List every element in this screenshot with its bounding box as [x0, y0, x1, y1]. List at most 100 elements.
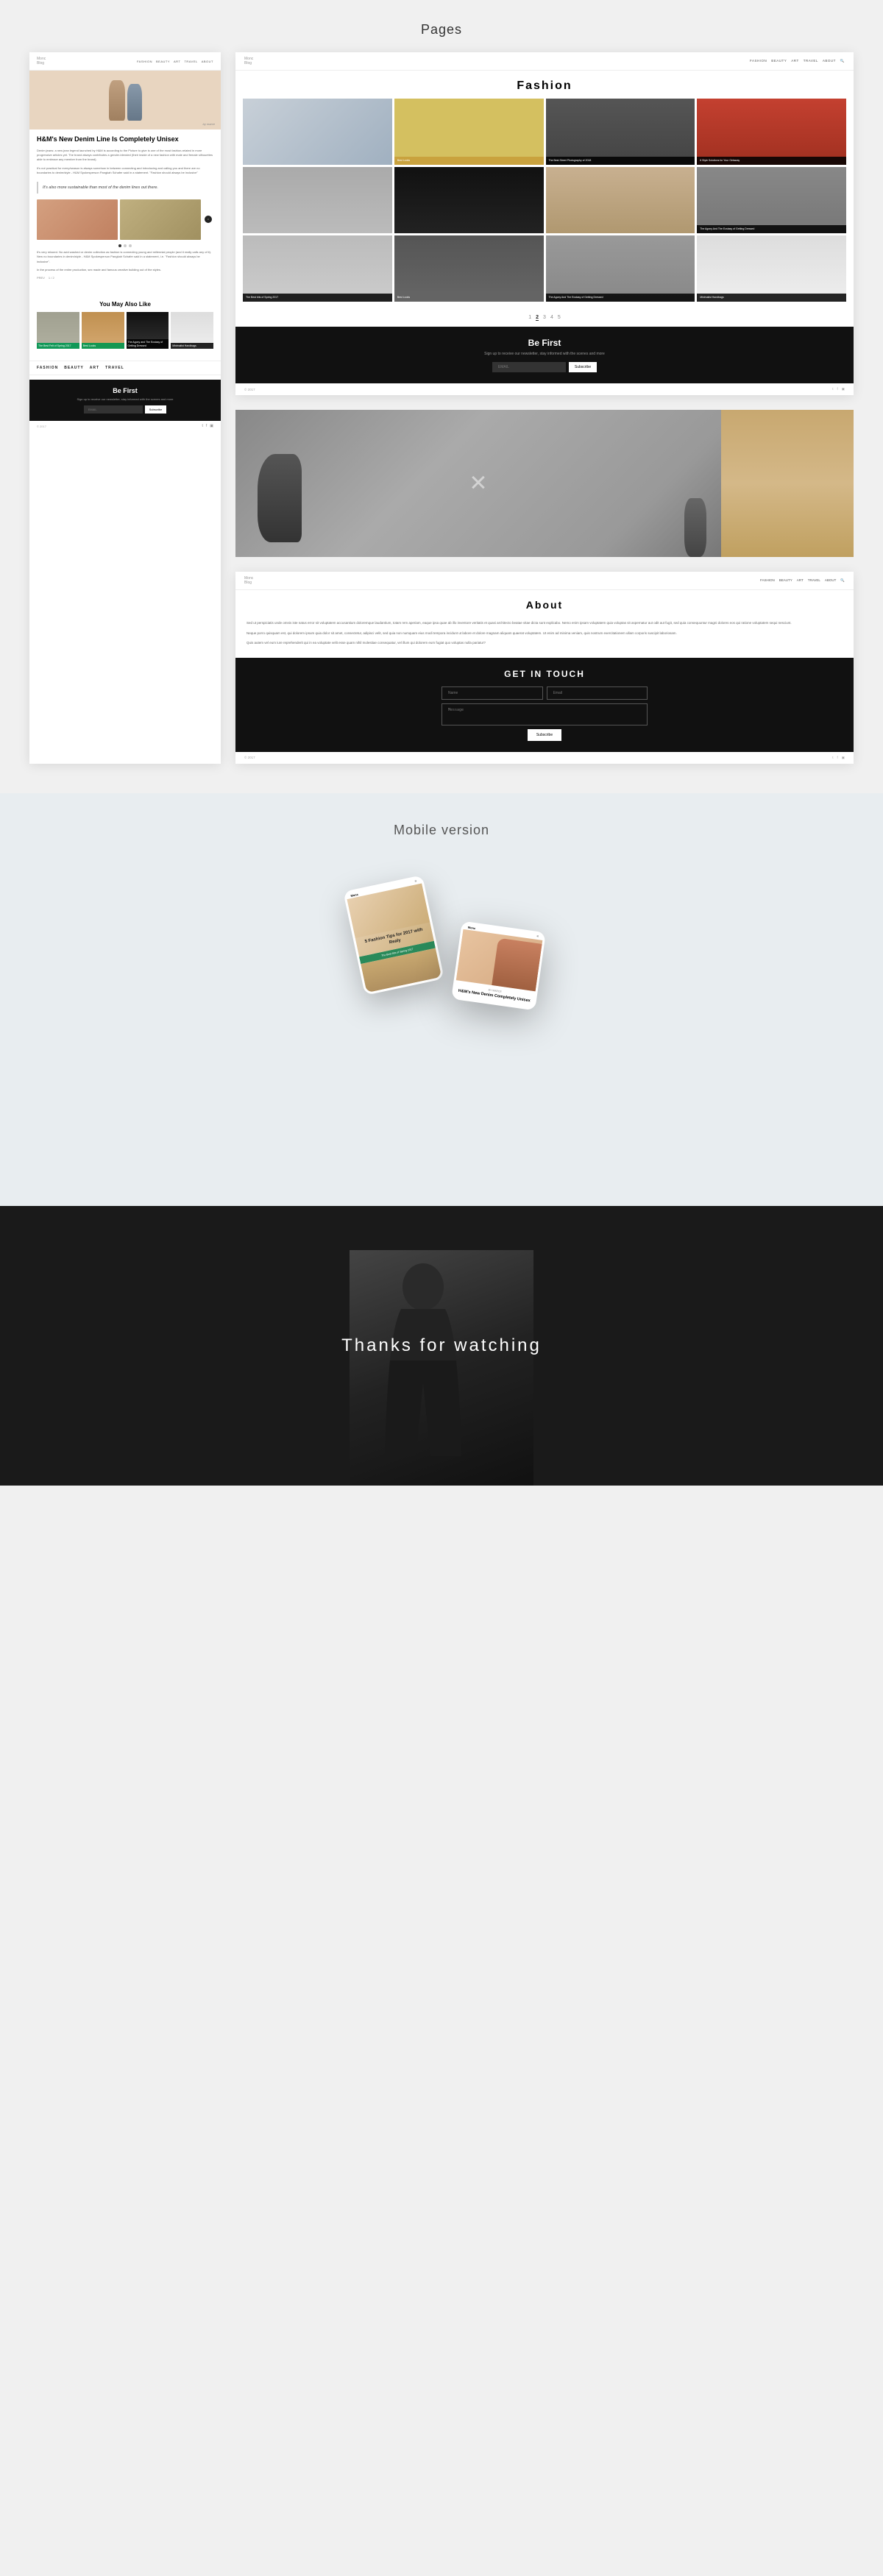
also-item-3[interactable]: The Agony and The Ecstasy of Getting Dre… — [127, 312, 169, 349]
arrow-circle[interactable]: › — [205, 216, 212, 223]
dot-1[interactable] — [118, 244, 121, 247]
fashion-nav: Monc Blog FASHION BEAUTY ART TRAVEL ABOU… — [235, 52, 854, 71]
fashion-email-input[interactable] — [492, 362, 566, 372]
prev-label[interactable]: PREV — [37, 276, 45, 280]
page-5[interactable]: 5 — [558, 315, 561, 321]
fashion-grid-item-5[interactable] — [243, 167, 392, 233]
an-art[interactable]: ART — [797, 578, 804, 583]
page-3[interactable]: 3 — [543, 315, 546, 321]
also-item-1[interactable]: The Best Felt of Spring 2017 — [37, 312, 79, 349]
about-instagram-icon[interactable]: ▣ — [842, 756, 845, 760]
be-first-email-input[interactable] — [84, 405, 143, 414]
fashion-grid-item-12[interactable]: Minimalist Handbags — [697, 235, 846, 302]
fashion-grid-item-7[interactable] — [546, 167, 695, 233]
blog-body-3: It's very relaxed. No acid washed or den… — [37, 250, 213, 264]
also-grid: The Best Felt of Spring 2017 Best Looks … — [37, 312, 213, 349]
mobile-section: Mobile version Monc ≡ 5 Fashion Tips for… — [0, 793, 883, 1206]
nav-about[interactable]: ABOUT — [202, 60, 213, 63]
also-label-3: The Agony and The Ecstasy of Getting Dre… — [127, 339, 169, 349]
fashion-twitter-icon[interactable]: t — [832, 387, 833, 391]
contact-name-input[interactable] — [442, 686, 543, 700]
also-label-2: Best Looks — [82, 343, 124, 350]
blog-image-carousel: › — [37, 199, 213, 240]
fashion-be-first-title: Be First — [247, 338, 843, 348]
fn-about[interactable]: ABOUT — [823, 59, 836, 63]
fashion-instagram-icon[interactable]: ▣ — [842, 387, 845, 391]
contact-message-input[interactable] — [442, 703, 648, 725]
cat-art[interactable]: ART — [90, 366, 99, 370]
phone-menu-icon-back[interactable]: ≡ — [414, 879, 417, 883]
about-page-title: About — [235, 590, 854, 617]
page-2[interactable]: 2 — [536, 315, 539, 321]
fg-img-5 — [243, 167, 392, 233]
hero-silhouettes — [109, 80, 142, 121]
fashion-grid-item-9[interactable]: The Best bits of Spring 2017 — [243, 235, 392, 302]
fashion-subscribe-btn[interactable]: Subscribe — [569, 362, 597, 372]
also-item-4[interactable]: Minimalist Handbags — [171, 312, 213, 349]
an-beauty[interactable]: BEAUTY — [779, 578, 792, 583]
blog-hero-image: by marce — [29, 71, 221, 129]
cat-beauty[interactable]: BEAUTY — [64, 366, 84, 370]
fashion-grid-item-8[interactable]: The Agony And The Ecstasy of Getting Dre… — [697, 167, 846, 233]
fn-search-icon[interactable]: 🔍 — [840, 59, 845, 63]
phone-menu-icon-front[interactable]: ≡ — [536, 934, 539, 938]
nav-beauty[interactable]: BEAUTY — [156, 60, 170, 63]
fn-art[interactable]: ART — [791, 59, 798, 63]
fashion-be-first-form: Subscribe — [247, 362, 843, 372]
fg-img-9 — [243, 235, 392, 302]
carousel-arrow[interactable]: › — [203, 199, 213, 240]
blog-post-page: Monc Blog FASHION BEAUTY ART TRAVEL ABOU… — [29, 52, 221, 764]
fashion-grid-item-3[interactable]: The Best Street Photography of 2018 — [546, 99, 695, 165]
about-twitter-icon[interactable]: t — [832, 756, 833, 760]
also-item-2[interactable]: Best Looks — [82, 312, 124, 349]
be-first-subscribe-btn[interactable]: Subscribe — [145, 405, 167, 414]
fg-label-4: 6 Style Solutions for Your Getaway — [697, 157, 846, 165]
an-travel[interactable]: TRAVEL — [808, 578, 820, 583]
get-in-touch-section: GET IN TOUCH Subscribe — [235, 658, 854, 752]
thanks-bg-figure — [350, 1250, 533, 1486]
cat-travel[interactable]: TRAVEL — [105, 366, 124, 370]
be-first-form: Subscribe — [37, 405, 213, 414]
page-count: 1 / 2 — [49, 276, 54, 280]
fn-fashion[interactable]: FASHION — [750, 59, 767, 63]
fashion-grid-item-6[interactable] — [394, 167, 544, 233]
thanks-text: Thanks for watching — [341, 1335, 542, 1356]
git-name-email-row — [442, 686, 648, 700]
an-about[interactable]: ABOUT — [825, 578, 837, 583]
fashion-grid-item-11[interactable]: The Agony And The Ecstasy of Getting Dre… — [546, 235, 695, 302]
about-content: Sed ut perspiciatis unde omnis iste natu… — [235, 617, 854, 658]
an-search-icon[interactable]: 🔍 — [840, 578, 845, 583]
about-nav: Monc Blog FASHION BEAUTY ART TRAVEL ABOU… — [235, 572, 854, 590]
fn-beauty[interactable]: BEAUTY — [771, 59, 787, 63]
dot-3[interactable] — [129, 244, 132, 247]
fashion-grid-item-1[interactable] — [243, 99, 392, 165]
nav-fashion[interactable]: FASHION — [137, 60, 152, 63]
fn-travel[interactable]: TRAVEL — [804, 59, 818, 63]
blog-nav: Monc Blog FASHION BEAUTY ART TRAVEL ABOU… — [29, 52, 221, 71]
about-nav-links: FASHION BEAUTY ART TRAVEL ABOUT 🔍 — [760, 578, 845, 583]
dot-2[interactable] — [124, 244, 127, 247]
fashion-page-title: Fashion — [235, 71, 854, 99]
pages-header: Pages — [0, 0, 883, 52]
fashion-grid-item-4[interactable]: 6 Style Solutions for Your Getaway — [697, 99, 846, 165]
instagram-icon[interactable]: ▣ — [210, 424, 213, 428]
fashion-grid-item-2[interactable]: Best Looks — [394, 99, 544, 165]
nav-art[interactable]: ART — [174, 60, 180, 63]
contact-submit-btn[interactable]: Subscribe — [528, 729, 561, 741]
page-1[interactable]: 1 — [528, 315, 531, 321]
blog-logo-sub: Blog — [37, 61, 46, 65]
facebook-icon[interactable]: f — [206, 424, 207, 428]
page-4[interactable]: 4 — [550, 315, 553, 321]
cat-fashion[interactable]: FASHION — [37, 366, 58, 370]
be-first-subtitle: Sign up to receive our newsletter, stay … — [37, 397, 213, 401]
fg-img-10 — [394, 235, 544, 302]
contact-email-input[interactable] — [547, 686, 648, 700]
an-fashion[interactable]: FASHION — [760, 578, 775, 583]
blog-footer: © 2017 t f ▣ — [29, 421, 221, 431]
pages-title: Pages — [421, 22, 462, 37]
fashion-grid-item-10[interactable]: Best Looks — [394, 235, 544, 302]
blog-body-2: It's not practical for every/season is a… — [37, 166, 213, 176]
carousel-image-2 — [120, 199, 201, 240]
nav-travel[interactable]: TRAVEL — [184, 60, 197, 63]
about-footer: © 2017 t f ▣ — [235, 752, 854, 764]
